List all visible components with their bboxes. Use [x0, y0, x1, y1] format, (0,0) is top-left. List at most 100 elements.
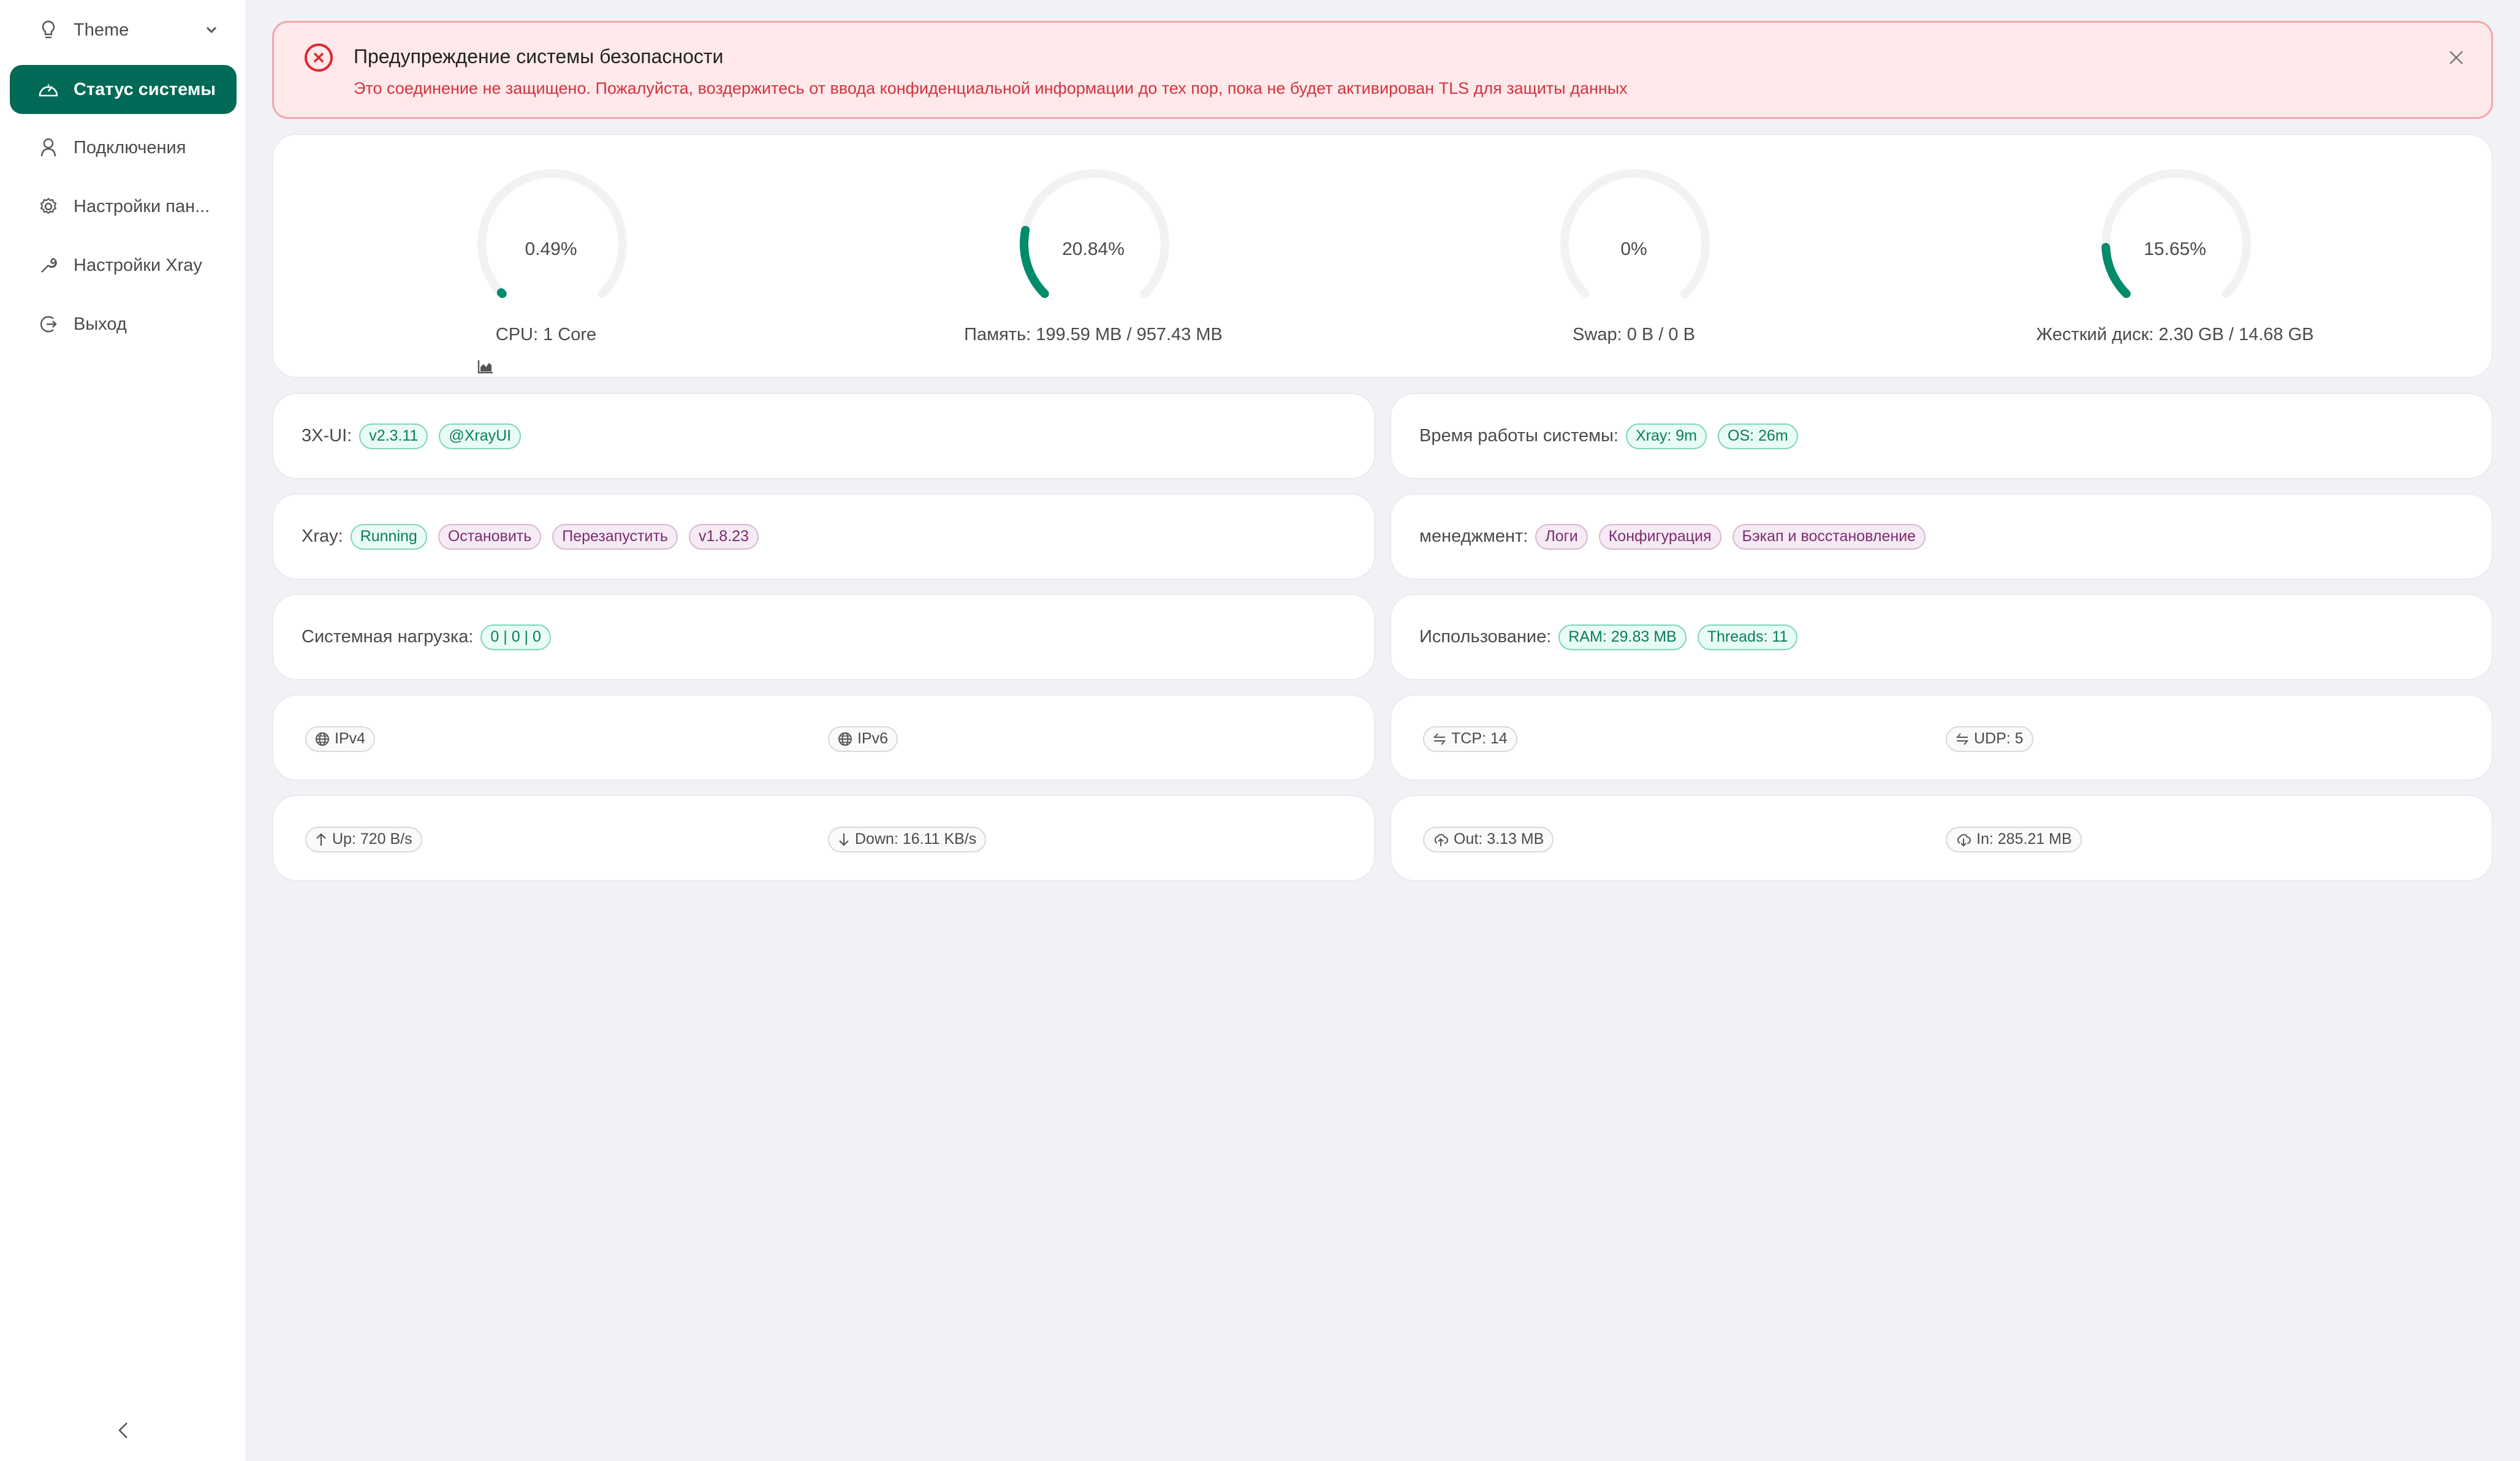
- management-card: менеджмент: Логи Конфигурация Бэкап и во…: [1390, 493, 2493, 580]
- xray-stop-button[interactable]: Остановить: [438, 523, 542, 550]
- traffic-out-tag: Out: 3.13 MB: [1423, 826, 1554, 852]
- sidebar-item-xray-settings[interactable]: Настройки Xray: [10, 241, 237, 290]
- system-load-card: Системная нагрузка: 0 | 0 | 0: [272, 594, 1375, 680]
- usage-card: Использование: RAM: 29.83 MB Threads: 11: [1390, 594, 2493, 680]
- threads-tag: Threads: 11: [1697, 624, 1798, 650]
- gauge-fill: [496, 288, 507, 298]
- ram-usage-tag: RAM: 29.83 MB: [1558, 624, 1687, 650]
- traffic-in-tag: In: 285.21 MB: [1946, 826, 2082, 852]
- alert-close-button[interactable]: [2447, 48, 2465, 67]
- download-speed-tag: Down: 16.11 KB/s: [828, 826, 987, 852]
- gauge-percent: 0.49%: [525, 239, 577, 259]
- gauge-percent: 0%: [1620, 239, 1647, 259]
- connections-card: TCP: 14 UDP: 5: [1390, 694, 2493, 781]
- gauge-track: [2101, 169, 2251, 298]
- bulb-icon: [38, 20, 59, 40]
- sidebar-item-label: Theme: [74, 20, 129, 40]
- sidebar-item-system-status[interactable]: Статус системы: [10, 65, 237, 114]
- upload-speed-tag: Up: 720 B/s: [305, 826, 422, 852]
- uptime-label: Время работы системы:: [1419, 426, 1619, 446]
- gauge-track: [1560, 169, 1710, 298]
- swap-icon: [1956, 732, 1969, 746]
- udp-label: UDP: 5: [1974, 730, 2024, 747]
- upload-speed-label: Up: 720 B/s: [332, 830, 412, 848]
- swap-gauge: 0% Swap: 0 B / 0 B: [1356, 135, 1911, 379]
- speed-card: Up: 720 B/s Down: 16.11 KB/s: [272, 795, 1375, 881]
- ipv6-label: IPv6: [857, 730, 889, 747]
- sidebar: Theme Статус системы Подключения Настрой…: [0, 0, 245, 1461]
- ipv6-tag[interactable]: IPv6: [828, 726, 898, 752]
- swap-icon: [1433, 732, 1446, 746]
- system-stats-card: 0.49% CPU: 1 Core 20.84% Память: 199.59 …: [272, 134, 2493, 378]
- cpu-caption: CPU: 1 Core: [495, 325, 597, 344]
- globe-icon: [315, 732, 330, 746]
- os-uptime-tag: OS: 26m: [1718, 423, 1798, 449]
- cloud-upload-icon: [1433, 832, 1449, 847]
- sidebar-collapse-button[interactable]: [113, 1419, 134, 1444]
- ip-card: IPv4 IPv6: [272, 694, 1375, 781]
- ipv4-tag[interactable]: IPv4: [305, 726, 376, 752]
- usage-label: Использование:: [1419, 627, 1552, 647]
- system-load-label: Системная нагрузка:: [302, 627, 474, 647]
- user-icon: [38, 137, 59, 158]
- udp-tag: UDP: 5: [1946, 726, 2033, 752]
- sidebar-item-theme[interactable]: Theme: [10, 6, 237, 55]
- setting-icon: [38, 196, 59, 217]
- traffic-out-label: Out: 3.13 MB: [1454, 830, 1544, 848]
- sidebar-item-logout[interactable]: Выход: [10, 300, 237, 349]
- xray-status-badge: Running: [350, 523, 427, 550]
- sidebar-item-label: Подключения: [74, 137, 186, 157]
- xray-uptime-tag: Xray: 9m: [1625, 423, 1707, 449]
- config-button[interactable]: Конфигурация: [1598, 523, 1721, 550]
- alert-title: Предупреждение системы безопасности: [354, 45, 724, 67]
- gauge-percent: 15.65%: [2144, 239, 2206, 259]
- sidebar-item-label: Статус системы: [74, 79, 216, 99]
- alert-description: Это соединение не защищено. Пожалуйста, …: [354, 79, 1628, 97]
- ipv4-label: IPv4: [335, 730, 366, 747]
- cpu-gauge: 0.49% CPU: 1 Core: [273, 135, 829, 379]
- chevron-left-icon: [117, 1421, 129, 1443]
- gauge-track: [1020, 169, 1169, 298]
- uptime-card: Время работы системы: Xray: 9m OS: 26m: [1390, 393, 2493, 479]
- xui-channel-tag[interactable]: @XrayUI: [439, 423, 522, 449]
- xray-version-button[interactable]: v1.8.23: [688, 523, 759, 550]
- close-circle-icon: [303, 42, 334, 73]
- tool-icon: [38, 255, 59, 276]
- disk-caption: Жесткий диск: 2.30 GB / 14.68 GB: [2036, 325, 2314, 344]
- sidebar-item-panel-settings[interactable]: Настройки пан...: [10, 182, 237, 231]
- management-label: менеджмент:: [1419, 526, 1528, 546]
- memory-caption: Память: 199.59 MB / 957.43 MB: [964, 325, 1223, 344]
- sidebar-item-label: Настройки Xray: [74, 255, 202, 275]
- xui-label: 3X-UI:: [302, 426, 352, 446]
- security-alert: Предупреждение системы безопасности Это …: [272, 21, 2493, 119]
- globe-icon: [838, 732, 852, 746]
- logs-button[interactable]: Логи: [1535, 523, 1588, 550]
- chevron-down-icon: [205, 21, 218, 42]
- xray-card: Xray: Running Остановить Перезапустить v…: [272, 493, 1375, 580]
- sidebar-item-connections[interactable]: Подключения: [10, 123, 237, 172]
- download-speed-label: Down: 16.11 KB/s: [855, 830, 977, 848]
- xray-label: Xray:: [302, 526, 343, 546]
- logout-icon: [38, 314, 59, 335]
- sidebar-item-label: Выход: [74, 314, 127, 334]
- gauge-percent: 20.84%: [1062, 239, 1125, 259]
- backup-restore-button[interactable]: Бэкап и восстановление: [1732, 523, 1926, 550]
- arrow-down-icon: [838, 832, 850, 847]
- traffic-in-label: In: 285.21 MB: [1976, 830, 2072, 848]
- swap-caption: Swap: 0 B / 0 B: [1573, 325, 1695, 344]
- system-load-tag: 0 | 0 | 0: [480, 624, 551, 650]
- cloud-download-icon: [1956, 832, 1972, 847]
- memory-gauge: 20.84% Память: 199.59 MB / 957.43 MB: [816, 135, 1371, 379]
- traffic-card: Out: 3.13 MB In: 285.21 MB: [1390, 795, 2493, 881]
- dashboard-icon: [38, 79, 59, 100]
- xray-restart-button[interactable]: Перезапустить: [552, 523, 678, 550]
- sidebar-item-label: Настройки пан...: [74, 196, 210, 216]
- disk-gauge: 15.65% Жесткий диск: 2.30 GB / 14.68 GB: [1897, 135, 2453, 379]
- xui-version-card: 3X-UI: v2.3.11 @XrayUI: [272, 393, 1375, 479]
- tcp-label: TCP: 14: [1451, 730, 1508, 747]
- gauge-caption: CPU: 1 Core: [273, 325, 829, 374]
- close-icon: [2450, 51, 2463, 64]
- gauge-track: [477, 169, 627, 298]
- xui-version-tag: v2.3.11: [359, 423, 428, 449]
- arrow-up-icon: [315, 832, 327, 847]
